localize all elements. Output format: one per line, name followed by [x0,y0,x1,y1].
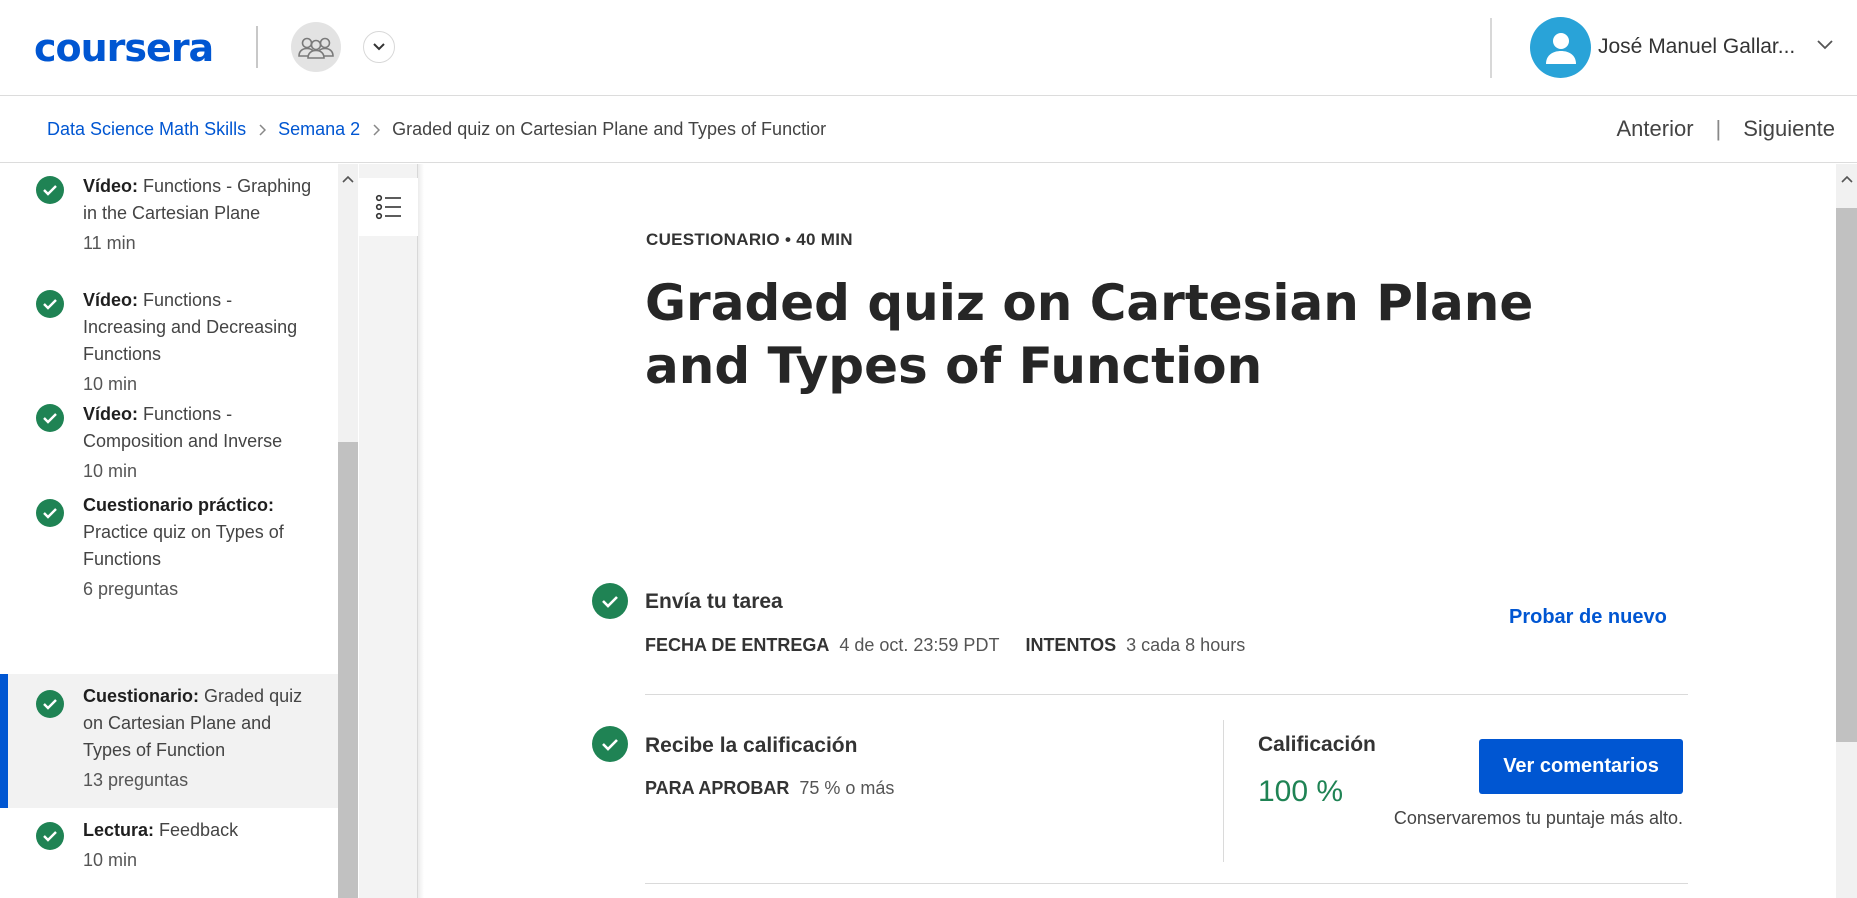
due-value: 4 de oct. 23:59 PDT [839,635,1000,655]
header-divider [256,26,258,68]
page-scrollbar[interactable] [1836,164,1857,898]
sidebar-item-label: Vídeo: Functions - Composition and Inver… [83,401,313,485]
sidebar-item[interactable]: Vídeo: Functions - Graphing in the Carte… [0,164,338,278]
sidebar-item[interactable]: Vídeo: Functions - Increasing and Decrea… [0,278,338,394]
attempts-label: INTENTOS [1025,635,1117,655]
due-label: FECHA DE ENTREGA [645,635,830,655]
pass-label: PARA APROBAR [645,778,790,798]
try-again-link[interactable]: Probar de nuevo [1509,606,1667,629]
course-outline-sidebar: Vídeo: Functions - Graphing in the Carte… [0,164,338,898]
user-menu-dropdown[interactable] [1816,38,1834,56]
breadcrumb-course[interactable]: Data Science Math Skills [47,119,246,140]
check-circle-icon [36,690,64,718]
grade-step-title: Recibe la calificación [645,734,858,757]
section-divider [645,883,1688,884]
user-divider [1490,18,1492,78]
sidebar-item-active[interactable]: Cuestionario: Graded quiz on Cartesian P… [0,674,338,808]
check-circle-icon [36,290,64,318]
sidebar-item[interactable]: Cuestionario práctico: Practice quiz on … [0,483,338,607]
scroll-up-arrow-icon[interactable] [1841,170,1853,188]
submit-meta: FECHA DE ENTREGA 4 de oct. 23:59 PDT INTEN… [645,635,1245,656]
pass-value: 75 % o más [799,778,895,798]
grade-divider [1223,720,1224,862]
item-kicker: CUESTIONARIO • 40 MIN [646,230,853,249]
prev-next-nav: Anterior | Siguiente [1616,116,1835,142]
submit-step-title: Envía tu tarea [645,590,783,613]
sidebar-item[interactable]: Vídeo: Functions - Composition and Inver… [0,392,338,483]
user-name[interactable]: José Manuel Gallar... [1598,35,1795,59]
outline-toggle-button[interactable] [359,178,418,236]
grade-label: Calificación [1258,733,1376,756]
grade-value: 100 % [1258,775,1344,808]
group-switcher-avatar[interactable] [291,22,341,72]
chevron-right-icon [372,123,381,136]
sidebar-scrollbar-thumb[interactable] [338,442,358,898]
group-dropdown-button[interactable] [363,31,395,63]
check-circle-icon [36,176,64,204]
sidebar-item-meta: 10 min [83,850,138,870]
sidebar-item-label: Cuestionario práctico: Practice quiz on … [83,492,313,603]
next-link[interactable]: Siguiente [1743,116,1835,142]
breadcrumb-bar: Data Science Math Skills Semana 2 Graded… [0,97,1857,163]
sidebar-scrollbar[interactable] [338,164,358,898]
nav-divider: | [1715,116,1722,141]
user-avatar[interactable] [1530,17,1591,78]
users-group-icon [298,37,334,59]
sidebar-item[interactable]: Lectura: Feedback 10 min [0,808,338,898]
breadcrumb-current: Graded quiz on Cartesian Plane and Types… [392,119,827,139]
section-divider [645,694,1688,695]
check-circle-icon [36,499,64,527]
check-circle-icon [592,583,628,619]
scroll-up-arrow-icon[interactable] [342,170,354,188]
sidebar-item-meta: 10 min [83,461,138,481]
sidebar-item-label: Vídeo: Functions - Graphing in the Carte… [83,173,313,257]
user-avatar-icon [1545,32,1576,64]
grade-meta: PARA APROBAR 75 % o más [645,778,894,799]
coursera-logo[interactable]: coursera [34,26,214,70]
chevron-down-icon [373,43,385,51]
chevron-down-icon [1817,40,1833,50]
check-circle-icon [36,822,64,850]
keep-highest-note: Conservaremos tu puntaje más alto. [1393,808,1683,828]
main-content: CUESTIONARIO • 40 MIN Graded quiz on Car… [424,164,1836,898]
check-circle-icon [592,726,628,762]
sidebar-item-label: Vídeo: Functions - Increasing and Decrea… [83,287,313,398]
attempts-value: 3 cada 8 hours [1126,635,1246,655]
outline-toggle-column [359,164,418,898]
sidebar-item-label: Lectura: Feedback 10 min [83,817,313,874]
top-header: coursera José Manuel Gallar... [0,0,1857,96]
sidebar-item-meta: 6 preguntas [83,579,179,599]
page-scrollbar-thumb[interactable] [1836,208,1857,742]
breadcrumb: Data Science Math Skills Semana 2 Graded… [47,119,852,140]
breadcrumb-week[interactable]: Semana 2 [278,119,360,140]
sidebar-item-meta: 13 preguntas [83,770,189,790]
page-title: Graded quiz on Cartesian Plane and Types… [645,274,1534,395]
check-circle-icon [36,404,64,432]
sidebar-item-meta: 11 min [83,233,136,253]
chevron-right-icon [258,123,267,136]
view-feedback-button[interactable]: Ver comentarios [1479,739,1683,794]
list-outline-icon [375,194,401,220]
previous-link[interactable]: Anterior [1616,116,1693,142]
sidebar-item-label: Cuestionario: Graded quiz on Cartesian P… [83,683,313,794]
